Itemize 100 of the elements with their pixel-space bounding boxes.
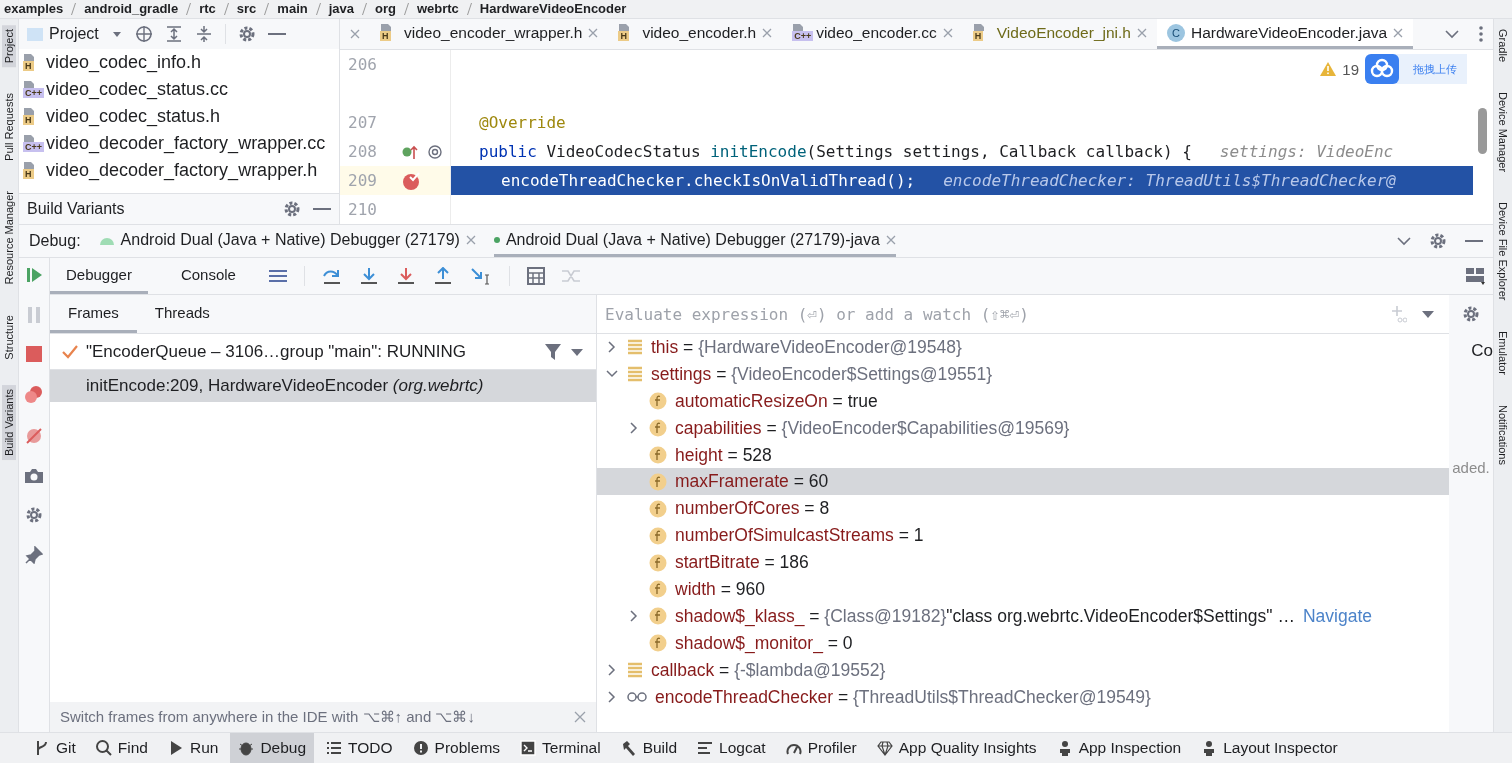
close-icon[interactable]	[465, 234, 476, 245]
editor-tab[interactable]: H video_encoder.h	[608, 19, 783, 49]
variable-row[interactable]: automaticResizeOn = true	[597, 387, 1449, 415]
chevron-right-icon[interactable]	[608, 341, 616, 354]
menu-icon[interactable]	[268, 269, 287, 283]
breadcrumb-item[interactable]: HardwareVideoEncoder	[479, 1, 627, 17]
breadcrumb-item[interactable]: rtc	[199, 1, 216, 17]
step-into-icon[interactable]	[358, 267, 379, 285]
pin-icon[interactable]	[25, 546, 43, 564]
file-tree-item[interactable]: H video_codec_status.h	[23, 103, 339, 130]
debug-session-tab[interactable]: Android Dual (Java + Native) Debugger (27179)-java	[493, 225, 896, 257]
variable-row[interactable]: settings = {VideoEncoder$Settings@19551}	[597, 360, 1449, 388]
minimize-icon[interactable]	[313, 207, 331, 211]
tool-window-button[interactable]: Build	[612, 733, 686, 763]
settings-icon[interactable]	[1462, 305, 1480, 323]
minimize-icon[interactable]	[1465, 239, 1483, 243]
breadcrumb-item[interactable]: org	[375, 1, 396, 17]
tool-window-tab[interactable]: Notifications	[1496, 400, 1510, 469]
tool-window-button[interactable]: App Quality Insights	[868, 733, 1045, 763]
editor-tab[interactable]: H VideoEncoder_jni.h	[962, 19, 1157, 49]
chevron-down-icon[interactable]	[606, 370, 618, 379]
tool-window-tab[interactable]: Pull Requests	[2, 89, 16, 166]
tool-window-button[interactable]: Terminal	[512, 733, 609, 763]
debug-session-tab[interactable]: Android Dual (Java + Native) Debugger (27179)	[98, 225, 476, 257]
upload-widget[interactable]: 拖拽上传	[1365, 54, 1467, 84]
at-sign-icon[interactable]	[428, 144, 442, 159]
tool-window-button[interactable]: Logcat	[689, 733, 774, 763]
close-icon[interactable]	[1393, 27, 1404, 38]
frames-tab[interactable]: Threads	[136, 295, 228, 333]
close-icon[interactable]	[588, 27, 599, 38]
chevron-right-icon[interactable]	[608, 691, 616, 703]
tool-window-tab[interactable]: Gradle	[1496, 25, 1510, 67]
breadcrumb-item[interactable]: android_gradle	[84, 1, 179, 17]
navigate-link[interactable]: Navigate	[1302, 605, 1372, 627]
tool-window-tab[interactable]: Resource Manager	[2, 187, 16, 289]
variable-row[interactable]: callback = {-$lambda@19552}	[597, 656, 1449, 684]
tool-window-button[interactable]: Debug	[230, 733, 315, 763]
step-out-icon[interactable]	[432, 267, 453, 285]
close-icon[interactable]	[574, 711, 586, 723]
variable-row[interactable]: startBitrate = 186	[597, 549, 1449, 576]
caret-icon[interactable]	[570, 346, 584, 357]
force-step-into-icon[interactable]	[395, 267, 416, 285]
warning-count[interactable]: 19	[1342, 60, 1359, 78]
tool-window-button[interactable]: Git	[26, 733, 84, 763]
tool-window-button[interactable]: Find	[87, 733, 156, 763]
chevron-down-icon[interactable]	[1445, 29, 1459, 39]
tool-window-button[interactable]: Profiler	[777, 733, 865, 763]
variable-row[interactable]: width = 960	[597, 576, 1449, 603]
tool-window-button[interactable]: Problems	[404, 733, 509, 763]
breadcrumb-item[interactable]: webrtc	[416, 1, 459, 17]
project-view-dropdown[interactable]: Project	[27, 25, 99, 43]
variable-row[interactable]: this = {HardwareVideoEncoder@19548}	[597, 334, 1449, 361]
breadcrumb-item[interactable]: main	[277, 1, 308, 17]
settings-icon[interactable]	[25, 506, 43, 524]
mute-breakpoints-icon[interactable]	[24, 426, 44, 446]
settings-icon[interactable]	[1429, 232, 1447, 250]
close-icon[interactable]	[885, 234, 896, 245]
calculator-icon[interactable]	[526, 267, 545, 285]
close-icon[interactable]	[350, 29, 360, 39]
tool-window-button[interactable]: App Inspection	[1048, 733, 1190, 763]
breakpoint-icon[interactable]	[402, 170, 422, 191]
close-icon[interactable]	[1136, 27, 1147, 38]
variable-row[interactable]: numberOfCores = 8	[597, 495, 1449, 523]
settings-icon[interactable]	[237, 25, 256, 43]
close-icon[interactable]	[942, 27, 953, 38]
chevron-right-icon[interactable]	[630, 610, 638, 623]
file-tree-item[interactable]: H video_decoder_factory_wrapper.h	[23, 157, 339, 184]
breadcrumb-item[interactable]: examples	[4, 1, 64, 17]
layout-icon[interactable]	[1465, 267, 1485, 285]
tool-window-tab[interactable]: Build Variants	[2, 385, 16, 461]
resume-icon[interactable]	[25, 266, 43, 284]
filter-icon[interactable]	[544, 342, 562, 361]
expand-all-icon[interactable]	[164, 25, 183, 43]
variable-row[interactable]: numberOfSimulcastStreams = 1	[597, 522, 1449, 550]
thread-selector[interactable]: "EncoderQueue – 3106…group "main": RUNNING	[86, 341, 536, 362]
chevron-right-icon[interactable]	[608, 664, 616, 677]
evaluate-field[interactable]: Evaluate expression (⏎) or add a watch (⇧⌘⏎)	[597, 298, 1377, 330]
run-to-cursor-icon[interactable]	[469, 267, 492, 285]
collapse-all-icon[interactable]	[194, 25, 213, 43]
tool-window-tab[interactable]: Emulator	[1496, 326, 1510, 379]
variable-row[interactable]: encodeThreadChecker = {ThreadUtils$ThreadChecker@19549}	[597, 683, 1449, 711]
tool-window-tab[interactable]: Device Manager	[1496, 88, 1510, 177]
chevron-down-icon[interactable]	[1397, 236, 1411, 246]
tool-window-tab[interactable]: Structure	[2, 310, 16, 364]
editor-tab[interactable]: C HardwareVideoEncoder.java	[1156, 19, 1414, 49]
tool-window-button[interactable]: Run	[159, 733, 227, 763]
camera-icon[interactable]	[24, 468, 44, 484]
scrollbar-thumb[interactable]	[1478, 108, 1487, 154]
variable-row[interactable]: shadow$_klass_ = {Class@19182}"class org.webrtc.VideoEncoder$Settings" … Navigate	[597, 602, 1449, 630]
file-tree-item[interactable]: C++ video_codec_status.cc	[23, 76, 339, 103]
tool-window-tab[interactable]: Device File Explorer	[1496, 198, 1510, 305]
settings-icon[interactable]	[283, 200, 301, 218]
chevron-right-icon[interactable]	[630, 422, 638, 435]
file-tree-item[interactable]: C++ video_decoder_factory_wrapper.cc	[23, 130, 339, 157]
tool-window-button[interactable]: Layout Inspector	[1193, 733, 1346, 763]
crosshair-icon[interactable]	[134, 25, 153, 43]
more-icon[interactable]	[1479, 26, 1483, 42]
caret-icon[interactable]	[1421, 309, 1435, 319]
editor-tab[interactable]: C++ video_encoder.cc	[782, 19, 963, 49]
variable-row[interactable]: capabilities = {VideoEncoder$Capabilities@19569}	[597, 414, 1449, 442]
